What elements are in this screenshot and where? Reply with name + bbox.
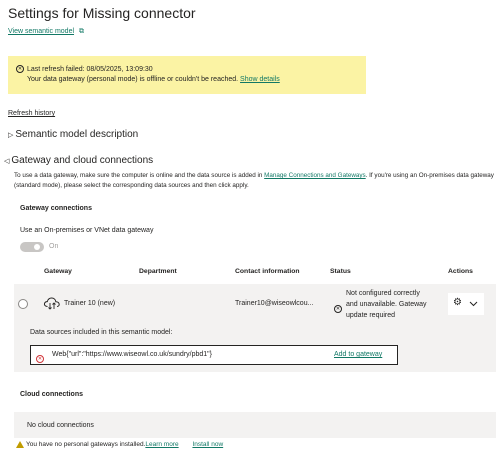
column-header-gateway: Gateway bbox=[44, 268, 72, 275]
section-gateway-toggle[interactable]: ◁ Gateway and cloud connections bbox=[4, 155, 153, 166]
toggle-knob bbox=[34, 244, 40, 250]
section-gateway-label: Gateway and cloud connections bbox=[11, 155, 154, 166]
gateway-toggle[interactable] bbox=[20, 242, 44, 252]
learn-more-link[interactable]: Learn more bbox=[145, 441, 178, 448]
refresh-failed-line: ✕ Last refresh failed: 08/05/2025, 13:09:… bbox=[16, 65, 153, 73]
manage-connections-link[interactable]: Manage Connections and Gateways bbox=[264, 172, 366, 179]
gateway-toggle-label: Use an On-premises or VNet data gateway bbox=[20, 227, 154, 234]
footer-text: You have no personal gateways installed. bbox=[26, 441, 146, 449]
cloud-connections-heading: Cloud connections bbox=[20, 391, 83, 398]
warning-icon bbox=[16, 441, 24, 448]
refresh-history-link[interactable]: Refresh history bbox=[8, 110, 55, 117]
chevron-down-icon[interactable] bbox=[469, 301, 478, 307]
page-title: Settings for Missing connector bbox=[8, 5, 196, 21]
view-semantic-model-link[interactable]: View semantic model ⧉ bbox=[8, 28, 84, 36]
column-header-actions: Actions bbox=[448, 268, 473, 275]
add-to-gateway-link[interactable]: Add to gateway bbox=[334, 351, 382, 358]
no-cloud-connections-text: No cloud connections bbox=[27, 422, 94, 429]
datasource-name: Web{"url":"https://www.wiseowl.co.uk/sun… bbox=[52, 351, 212, 358]
show-details-link[interactable]: Show details bbox=[240, 76, 280, 83]
column-header-department: Department bbox=[139, 268, 177, 275]
datasource-error-icon: ✕ bbox=[36, 354, 44, 363]
section-description-label: Semantic model description bbox=[15, 129, 139, 140]
gateway-row-radio[interactable] bbox=[18, 299, 28, 309]
column-header-status: Status bbox=[330, 268, 351, 275]
status-line-2: and unavailable. Gateway bbox=[346, 301, 427, 308]
refresh-failed-text: Last refresh failed: 08/05/2025, 13:09:3… bbox=[27, 65, 153, 73]
section-description-toggle[interactable]: ▷ Semantic model description bbox=[8, 129, 138, 140]
status-error-icon: ✕ bbox=[334, 304, 342, 313]
refresh-error-banner bbox=[8, 56, 366, 94]
gear-icon[interactable]: ⚙ bbox=[453, 298, 462, 308]
toggle-state-label: On bbox=[49, 243, 59, 250]
column-header-contact: Contact information bbox=[235, 268, 300, 275]
gateway-contact: Trainer10@wiseowlcou... bbox=[235, 300, 314, 307]
install-now-link[interactable]: Install now bbox=[192, 441, 223, 448]
external-link-icon: ⧉ bbox=[79, 28, 85, 35]
footer-message: You have no personal gateways installed.… bbox=[16, 441, 223, 448]
error-circle-icon: ✕ bbox=[16, 65, 24, 73]
gateway-connections-heading: Gateway connections bbox=[20, 205, 92, 212]
chevron-down-icon: ◁ bbox=[4, 158, 10, 165]
datasources-label: Data sources included in this semantic m… bbox=[30, 329, 173, 336]
gateway-offline-line: Your data gateway (personal mode) is off… bbox=[27, 76, 280, 83]
view-semantic-model-label: View semantic model bbox=[8, 28, 75, 35]
gateway-intro-part1: To use a data gateway, make sure the com… bbox=[14, 172, 265, 179]
status-line-3: update required bbox=[346, 312, 396, 319]
gateway-name: Trainer 10 (new) bbox=[64, 300, 116, 307]
cloud-gateway-icon bbox=[43, 297, 60, 310]
gateway-offline-text: Your data gateway (personal mode) is off… bbox=[27, 76, 239, 83]
status-line-1: Not configured correctly bbox=[346, 290, 420, 297]
chevron-right-icon: ▷ bbox=[8, 132, 14, 139]
gateway-intro-text: To use a data gateway, make sure the com… bbox=[14, 171, 494, 191]
